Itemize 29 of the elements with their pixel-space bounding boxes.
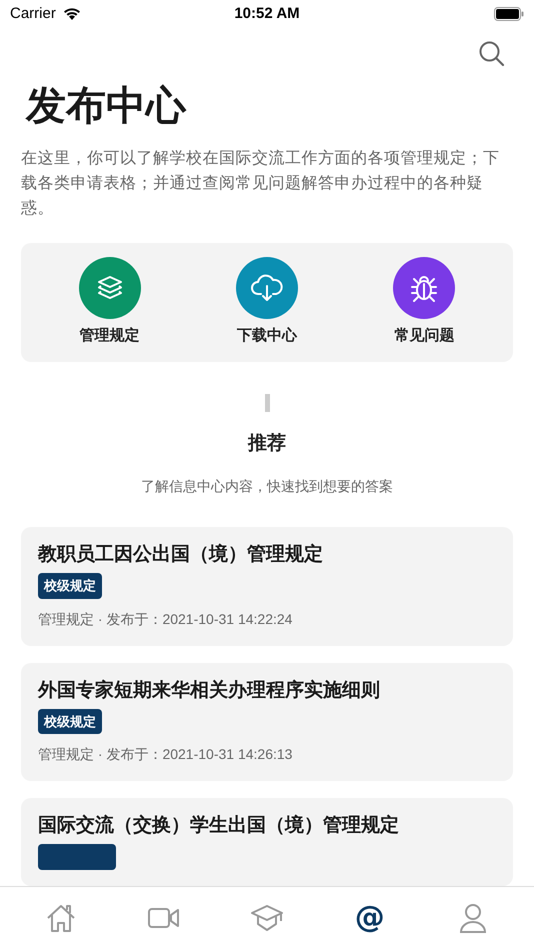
section-subtitle: 了解信息中心内容，快速找到想要的答案	[141, 477, 393, 496]
shortcut-label[interactable]: 下载中心	[236, 325, 297, 348]
search-icon[interactable]	[478, 40, 506, 68]
person-icon[interactable]	[458, 903, 487, 933]
graduation-cap-icon[interactable]	[250, 904, 284, 932]
article-card[interactable]: 教职员工因公出国（境）管理规定 校级规定 管理规定 · 发布于：2021-10-31 14:22:24	[21, 527, 513, 646]
cloud-download-icon	[250, 273, 284, 303]
page-title: 发布中心	[26, 83, 186, 130]
shortcut-label[interactable]: 管理规定	[80, 325, 140, 348]
page-description: 在这里，你可以了解学校在国际交流工作方面的各项管理规定；下载各类申请表格；并通过查阅常见问题解答申办过程中的各种疑惑。	[21, 148, 500, 219]
category-tag: 校级规定	[38, 708, 102, 734]
article-title: 外国专家短期来华相关办理程序实施细则	[38, 678, 380, 702]
wifi-icon	[62, 7, 82, 21]
home-icon[interactable]	[45, 903, 78, 933]
article-title: 教职员工因公出国（境）管理规定	[38, 542, 323, 567]
video-camera-icon[interactable]	[148, 907, 180, 929]
carrier-label: Carrier	[10, 4, 56, 24]
article-card[interactable]: 外国专家短期来华相关办理程序实施细则 校级规定 管理规定 · 发布于：2021-10-31 14:26:13	[21, 662, 513, 781]
section-marker	[264, 394, 270, 412]
category-tag: 校级规定	[38, 573, 102, 598]
article-title: 国际交流（交换）学生出国（境）管理规定	[38, 814, 399, 838]
shortcut-label[interactable]: 常见问题	[394, 325, 454, 348]
article-meta: 管理规定 · 发布于：2021-10-31 14:22:24	[38, 610, 292, 628]
battery-icon	[494, 7, 524, 21]
article-meta: 管理规定 · 发布于：2021-10-31 14:26:13	[38, 745, 292, 764]
at-icon[interactable]: @	[354, 901, 385, 935]
section-title: 推荐	[248, 432, 286, 456]
clock-time: 10:52 AM	[234, 4, 300, 24]
article-card[interactable]: 国际交流（交换）学生出国（境）管理规定	[21, 798, 513, 886]
